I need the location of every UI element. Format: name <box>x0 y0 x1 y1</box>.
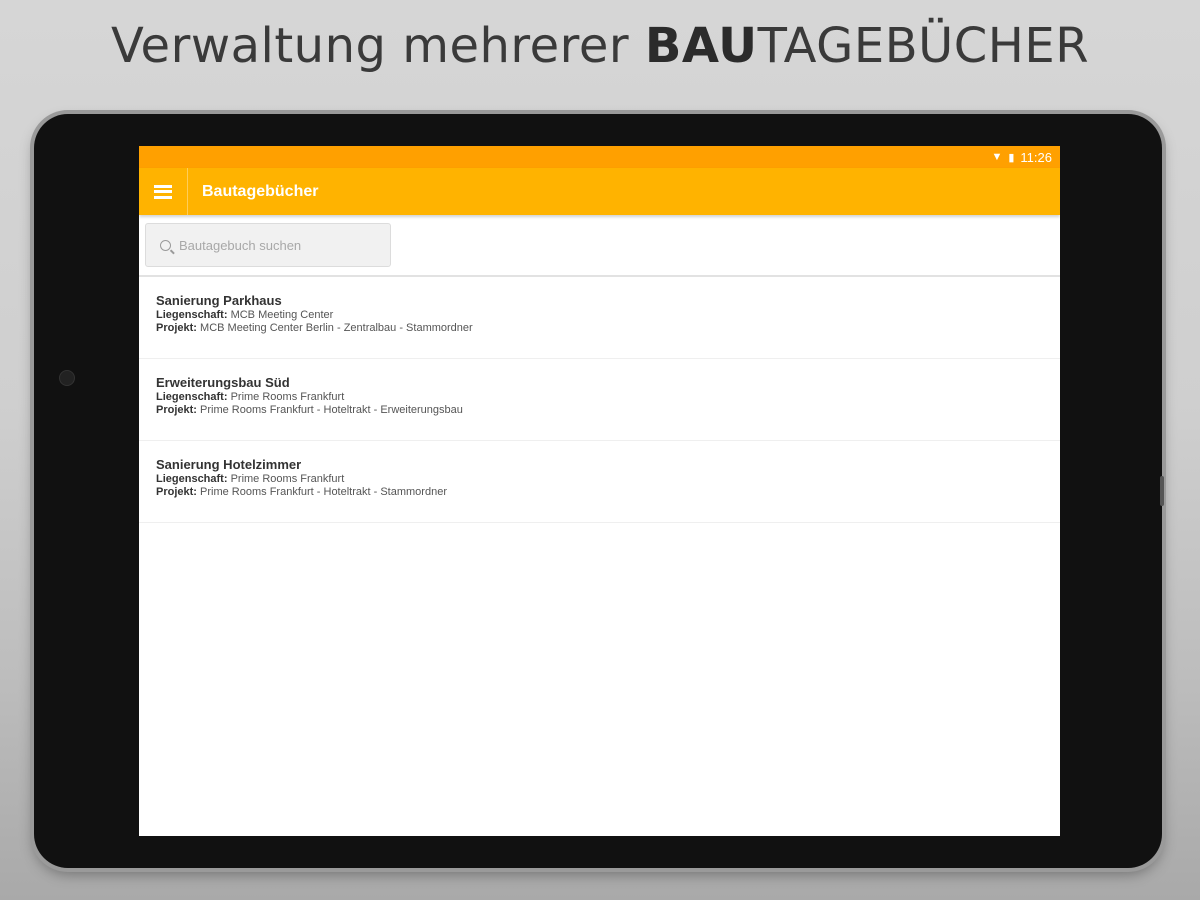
search-icon <box>160 239 171 251</box>
property-value: Prime Rooms Frankfurt <box>230 473 345 485</box>
project-label: Projekt: <box>156 486 197 498</box>
item-project: Projekt: Prime Rooms Frankfurt - Hoteltr… <box>156 404 1060 417</box>
headline-rest: TAGEBÜCHER <box>757 18 1090 74</box>
project-label: Projekt: <box>156 322 197 334</box>
project-label: Projekt: <box>156 404 197 416</box>
item-title: Sanierung Hotelzimmer <box>156 457 302 472</box>
search-bar <box>139 215 1060 277</box>
app-title: Bautagebücher <box>202 182 319 200</box>
hamburger-icon <box>154 184 172 199</box>
menu-button[interactable] <box>139 168 188 215</box>
app-screen: ▼ ▮ 11:26 Bautagebücher Sanierung Parkha… <box>139 146 1060 836</box>
list-item[interactable]: Sanierung Parkhaus Liegenschaft: MCB Mee… <box>139 277 1060 359</box>
project-value: Prime Rooms Frankfurt - Hoteltrakt - Sta… <box>200 486 447 498</box>
camera-icon <box>59 370 75 386</box>
status-bar: ▼ ▮ 11:26 <box>139 146 1060 168</box>
item-property: Liegenschaft: Prime Rooms Frankfurt <box>156 473 1060 486</box>
property-value: MCB Meeting Center <box>230 309 334 321</box>
wifi-icon: ▼ <box>991 151 1003 163</box>
headline-normal: Verwaltung mehrerer <box>110 18 645 74</box>
property-label: Liegenschaft: <box>156 309 228 321</box>
power-button <box>1160 476 1164 506</box>
app-bar: Bautagebücher <box>139 168 1060 215</box>
property-label: Liegenschaft: <box>156 473 228 485</box>
item-property: Liegenschaft: Prime Rooms Frankfurt <box>156 391 1060 404</box>
item-title: Erweiterungsbau Süd <box>156 375 290 390</box>
marketing-headline: Verwaltung mehrerer BAUTAGEBÜCHER <box>0 18 1200 74</box>
status-time: 11:26 <box>1020 149 1052 165</box>
item-project: Projekt: Prime Rooms Frankfurt - Hoteltr… <box>156 486 1060 499</box>
battery-icon: ▮ <box>1008 151 1015 164</box>
item-title: Sanierung Parkhaus <box>156 293 282 308</box>
item-project: Projekt: MCB Meeting Center Berlin - Zen… <box>156 322 1060 335</box>
list-item[interactable]: Erweiterungsbau Süd Liegenschaft: Prime … <box>139 359 1060 441</box>
search-input[interactable] <box>177 236 381 254</box>
headline-bold: BAU <box>644 18 758 74</box>
property-value: Prime Rooms Frankfurt <box>230 391 345 403</box>
item-property: Liegenschaft: MCB Meeting Center <box>156 309 1060 322</box>
project-value: MCB Meeting Center Berlin - Zentralbau -… <box>200 322 473 334</box>
list-item[interactable]: Sanierung Hotelzimmer Liegenschaft: Prim… <box>139 441 1060 523</box>
search-box[interactable] <box>145 223 391 267</box>
property-label: Liegenschaft: <box>156 391 228 403</box>
project-value: Prime Rooms Frankfurt - Hoteltrakt - Erw… <box>200 404 463 416</box>
